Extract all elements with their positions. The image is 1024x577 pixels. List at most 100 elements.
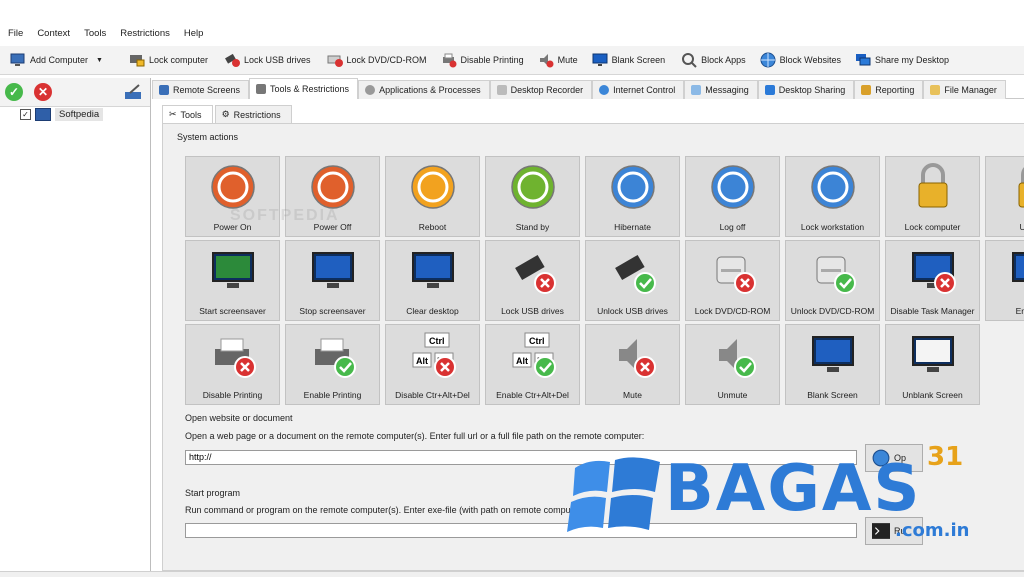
menu-tools[interactable]: Tools <box>84 28 106 39</box>
action-tile[interactable]: Unlock <box>985 156 1024 237</box>
tab-messaging[interactable]: Messaging <box>684 80 758 99</box>
printer-disable-icon <box>442 53 457 68</box>
open-section-title: Open website or document <box>185 413 293 423</box>
status-bar <box>0 571 1024 577</box>
share-desktop-button[interactable]: Share my Desktop <box>851 48 955 72</box>
block-apps-button[interactable]: Block Apps <box>677 48 752 72</box>
subtab-tools[interactable]: ✂ Tools <box>162 105 213 123</box>
tile-label: Unmute <box>717 390 748 400</box>
action-tile[interactable]: Clear desktop <box>385 240 480 321</box>
sun-icon <box>411 165 455 209</box>
action-tile[interactable]: Lock DVD/CD-ROM <box>685 240 780 321</box>
add-computer-button[interactable]: Add Computer ▼ <box>6 48 109 72</box>
speaker-icon <box>719 339 756 378</box>
tile-label: Disable Task Manager <box>890 306 975 316</box>
computer-add-icon <box>10 53 25 66</box>
monitor-icon <box>592 53 608 66</box>
tile-label: Enable T <box>1015 306 1024 316</box>
dvd-lock-icon <box>327 55 343 67</box>
action-tile[interactable]: Disable Task Manager <box>885 240 980 321</box>
edit-icon[interactable] <box>124 84 142 100</box>
menu-help[interactable]: Help <box>184 28 204 39</box>
tab-tools-restrictions[interactable]: Tools & Restrictions <box>249 78 359 99</box>
action-tile[interactable]: Lock computer <box>885 156 980 237</box>
lock-computer-button[interactable]: Lock computer <box>125 48 214 72</box>
tab-label: Remote Screens <box>173 85 241 95</box>
lock-usb-button[interactable]: Lock USB drives <box>220 48 317 72</box>
globe-icon <box>760 52 776 68</box>
start-section-title: Start program <box>185 488 241 498</box>
dvd-drive-icon <box>816 256 856 294</box>
start-description: Run command or program on the remote com… <box>185 505 626 515</box>
chevron-down-icon[interactable]: ▼ <box>96 57 103 64</box>
key-icon <box>811 165 855 209</box>
action-tile[interactable]: Blank Screen <box>785 324 880 405</box>
power-icon <box>511 165 555 209</box>
monitor-icon <box>812 336 854 372</box>
tree-item-softpedia[interactable]: ✓ Softpedia <box>20 108 104 121</box>
tab-remote-screens[interactable]: Remote Screens <box>152 80 250 99</box>
action-tiles: Power On Power Off Reboot Stand by Hibernate… <box>185 156 1024 406</box>
blank-screen-button[interactable]: Blank Screen <box>588 48 672 72</box>
action-tile[interactable]: Disable Printing <box>185 324 280 405</box>
toolbar-label: Add Computer <box>30 55 89 65</box>
menu-restrictions[interactable]: Restrictions <box>120 28 170 39</box>
tile-label: Log off <box>719 222 746 232</box>
tile-label: Enable Ctr+Alt+Del <box>496 390 569 400</box>
lock-dvd-button[interactable]: Lock DVD/CD-ROM <box>323 48 433 72</box>
monitor-icon <box>912 252 956 294</box>
subtab-restrictions[interactable]: ⚙ Restrictions <box>214 105 292 123</box>
tab-label: Desktop Recorder <box>510 85 584 95</box>
usb-lock-icon <box>225 53 240 67</box>
house-icon <box>711 165 755 209</box>
monitor-icon <box>1012 252 1024 282</box>
tab-desktop-sharing[interactable]: Desktop Sharing <box>757 80 855 99</box>
action-tile[interactable]: Unlock USB drives <box>585 240 680 321</box>
menu-context[interactable]: Context <box>37 28 70 39</box>
tile-label: Clear desktop <box>406 306 459 316</box>
tile-label: Stop screensaver <box>299 306 366 316</box>
printer-icon <box>215 338 256 378</box>
action-tile[interactable]: Stand by <box>485 156 580 237</box>
action-tile[interactable]: Start screensaver <box>185 240 280 321</box>
action-tile[interactable]: CtrlAltDel Disable Ctr+Alt+Del <box>385 324 480 405</box>
action-tile[interactable]: Stop screensaver <box>285 240 380 321</box>
action-tile[interactable]: Reboot <box>385 156 480 237</box>
block-apps-icon <box>682 53 697 68</box>
action-tile[interactable]: Enable Printing <box>285 324 380 405</box>
tab-applications-processes[interactable]: Applications & Processes <box>358 80 490 99</box>
check-all-icon[interactable]: ✓ <box>5 83 23 101</box>
action-tile[interactable]: Mute <box>585 324 680 405</box>
tab-internet-control[interactable]: Internet Control <box>592 80 685 99</box>
action-tile[interactable]: Enable T <box>985 240 1024 321</box>
power-icon <box>211 165 255 209</box>
action-tile[interactable]: Unmute <box>685 324 780 405</box>
svg-text:Alt: Alt <box>516 356 528 366</box>
action-tile[interactable]: Hibernate <box>585 156 680 237</box>
watermark: BAGAS 31 .com.in <box>565 440 985 550</box>
action-tile[interactable]: Unlock DVD/CD-ROM <box>785 240 880 321</box>
action-tile[interactable]: Log off <box>685 156 780 237</box>
remove-icon[interactable]: ✕ <box>34 83 52 101</box>
tab-desktop-recorder[interactable]: Desktop Recorder <box>489 80 593 99</box>
action-tile[interactable]: CtrlAltDel Enable Ctr+Alt+Del <box>485 324 580 405</box>
block-websites-button[interactable]: Block Websites <box>756 48 847 72</box>
menu-file[interactable]: File <box>8 28 23 39</box>
recorder-icon <box>496 85 507 95</box>
action-tile[interactable]: Lock USB drives <box>485 240 580 321</box>
message-icon <box>691 85 702 95</box>
tab-file-manager[interactable]: File Manager <box>923 80 1006 99</box>
tree-checkbox[interactable]: ✓ <box>20 109 31 120</box>
disable-printing-button[interactable]: Disable Printing <box>437 48 530 72</box>
tab-label: Tools & Restrictions <box>270 84 350 94</box>
tile-label: Enable Printing <box>303 390 362 400</box>
action-tile[interactable]: Unblank Screen <box>885 324 980 405</box>
tab-reporting[interactable]: Reporting <box>854 80 924 99</box>
left-pane-toolbar: ✓ ✕ <box>0 78 150 107</box>
mute-button[interactable]: Mute <box>534 48 584 72</box>
usb-drive-icon <box>515 254 556 294</box>
watermark-number: 31 <box>927 442 964 472</box>
computer-list-pane: ✓ ✕ ✓ Softpedia <box>0 78 151 571</box>
action-tile[interactable]: Lock workstation <box>785 156 880 237</box>
tile-label: Mute <box>623 390 642 400</box>
